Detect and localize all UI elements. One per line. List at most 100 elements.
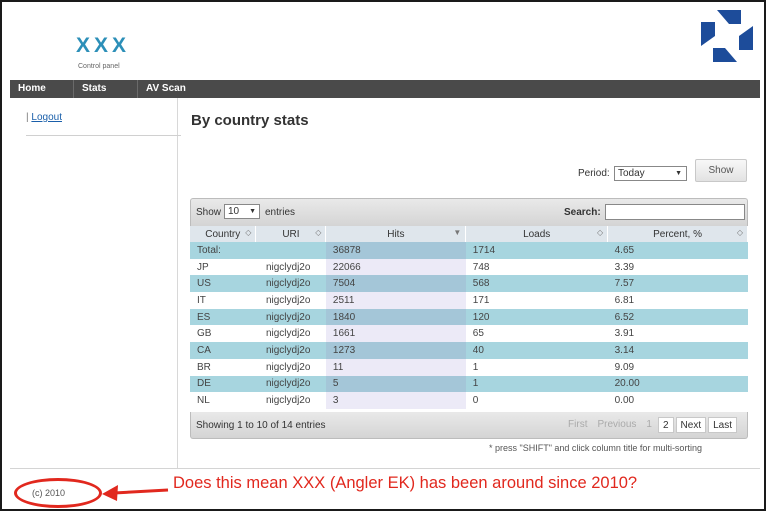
cell-uri <box>255 242 326 259</box>
entries-select[interactable]: 10 ▼ <box>224 204 260 219</box>
brand-octagon-icon <box>701 10 753 62</box>
table-row: DE nigclydj2o 5 1 20.00 <box>190 375 748 393</box>
col-percent[interactable]: Percent, % ◇ <box>607 226 748 242</box>
cell-uri: nigclydj2o <box>255 292 326 309</box>
table-info: Showing 1 to 10 of 14 entries <box>196 420 326 431</box>
cell-percent: 0.00 <box>607 392 748 409</box>
table-row: IT nigclydj2o 2511 171 6.81 <box>190 292 748 309</box>
table-row: ES nigclydj2o 1840 120 6.52 <box>190 308 748 326</box>
cell-country: BR <box>190 358 256 376</box>
table-row: Total: 36878 1714 4.65 <box>190 242 748 259</box>
cell-loads: 40 <box>465 342 608 359</box>
cell-hits: 1661 <box>325 325 466 343</box>
sort-both-icon: ◇ <box>245 228 252 237</box>
table-row: GB nigclydj2o 1661 65 3.91 <box>190 325 748 343</box>
nav-av-scan[interactable]: AV Scan <box>138 80 194 98</box>
cell-hits: 1840 <box>325 308 466 326</box>
logout-link[interactable]: Logout <box>31 112 62 123</box>
page-title: By country stats <box>191 112 309 129</box>
sidebar-divider <box>26 135 181 136</box>
table-row: JP nigclydj2o 22066 748 3.39 <box>190 258 748 276</box>
nav-stats[interactable]: Stats <box>74 80 138 98</box>
sort-both-icon: ◇ <box>315 228 322 237</box>
annotation-ellipse <box>14 478 102 508</box>
length-label-prefix: Show <box>196 207 222 218</box>
period-select[interactable]: Today ▼ <box>614 166 687 181</box>
cell-country: GB <box>190 325 256 343</box>
cell-uri: nigclydj2o <box>255 392 326 409</box>
cell-country: US <box>190 275 256 293</box>
chevron-down-icon: ▼ <box>675 170 682 177</box>
cell-country: Total: <box>190 242 256 259</box>
cell-country: NL <box>190 392 256 409</box>
cell-hits: 5 <box>325 375 466 393</box>
cell-percent: 3.39 <box>607 258 748 276</box>
sort-both-icon: ◇ <box>596 228 604 237</box>
cell-uri: nigclydj2o <box>255 342 326 359</box>
chevron-down-icon: ▼ <box>249 208 256 215</box>
cell-percent: 4.65 <box>607 242 748 259</box>
col-loads-label: Loads <box>523 228 551 240</box>
nav-home[interactable]: Home <box>10 80 74 98</box>
length-label-suffix: entries <box>265 207 296 218</box>
cell-hits: 7504 <box>325 275 466 293</box>
cell-percent: 3.14 <box>607 342 748 359</box>
cell-loads: 1714 <box>465 242 608 259</box>
cell-percent: 20.00 <box>607 375 748 393</box>
logo-subtitle: Control panel <box>78 63 120 70</box>
pager-last[interactable]: Last <box>708 417 737 433</box>
logout-row: | Logout <box>26 112 62 123</box>
app-window: XXX Control panel Home Stats AV Scan | L… <box>0 0 766 511</box>
cell-loads: 568 <box>465 275 608 293</box>
col-country[interactable]: Country ◇ <box>190 226 257 242</box>
cell-uri: nigclydj2o <box>255 325 326 343</box>
col-country-label: Country <box>205 228 241 240</box>
cell-percent: 7.57 <box>607 275 748 293</box>
cell-hits: 3 <box>325 392 466 409</box>
annotation-arrow-icon <box>102 485 169 501</box>
table-row: BR nigclydj2o 11 1 9.09 <box>190 358 748 376</box>
cell-country: IT <box>190 292 256 309</box>
cell-country: JP <box>190 258 256 276</box>
cell-loads: 171 <box>465 292 608 309</box>
cell-hits: 1273 <box>325 342 466 359</box>
cell-loads: 1 <box>465 358 608 376</box>
footer-divider <box>10 468 760 469</box>
cell-loads: 748 <box>465 258 608 276</box>
cell-uri: nigclydj2o <box>255 275 326 293</box>
cell-country: CA <box>190 342 256 359</box>
show-button[interactable]: Show <box>695 159 747 182</box>
col-uri-label: URI <box>282 228 300 240</box>
cell-loads: 120 <box>465 308 608 326</box>
col-hits[interactable]: Hits ▼ <box>325 226 467 242</box>
pager-previous[interactable]: Previous <box>594 417 641 433</box>
cell-hits: 11 <box>325 358 466 376</box>
cell-loads: 65 <box>465 325 608 343</box>
sort-desc-icon: ▼ <box>453 228 462 237</box>
cell-percent: 9.09 <box>607 358 748 376</box>
col-uri[interactable]: URI ◇ <box>255 226 327 242</box>
sidebar: | Logout <box>10 98 181 468</box>
sort-hint: * press "SHIFT" and click column title f… <box>489 443 702 453</box>
logout-separator: | <box>26 112 29 123</box>
cell-uri: nigclydj2o <box>255 375 326 393</box>
cell-loads: 0 <box>465 392 608 409</box>
table-footer: Showing 1 to 10 of 14 entries First Prev… <box>190 412 748 439</box>
col-hits-label: Hits <box>387 228 405 240</box>
cell-percent: 6.81 <box>607 292 748 309</box>
search-input[interactable] <box>605 204 745 220</box>
pager-page-2[interactable]: 2 <box>657 417 674 433</box>
table-row: US nigclydj2o 7504 568 7.57 <box>190 275 748 293</box>
cell-hits: 22066 <box>325 258 466 276</box>
cell-loads: 1 <box>465 375 608 393</box>
pager-next[interactable]: Next <box>675 417 707 433</box>
pager-page-1[interactable]: 1 <box>642 417 656 433</box>
cell-uri: nigclydj2o <box>255 358 326 376</box>
table-header-row: Country ◇ URI ◇ Hits ▼ Loads ◇ Percent, % ◇ <box>190 226 748 242</box>
search-label: Search: <box>564 207 601 218</box>
cell-uri: nigclydj2o <box>255 258 326 276</box>
col-loads[interactable]: Loads ◇ <box>465 226 609 242</box>
stats-table: Country ◇ URI ◇ Hits ▼ Loads ◇ Percent, % ◇ T… <box>190 226 748 409</box>
cell-percent: 3.91 <box>607 325 748 343</box>
pager-first[interactable]: First <box>564 417 591 433</box>
